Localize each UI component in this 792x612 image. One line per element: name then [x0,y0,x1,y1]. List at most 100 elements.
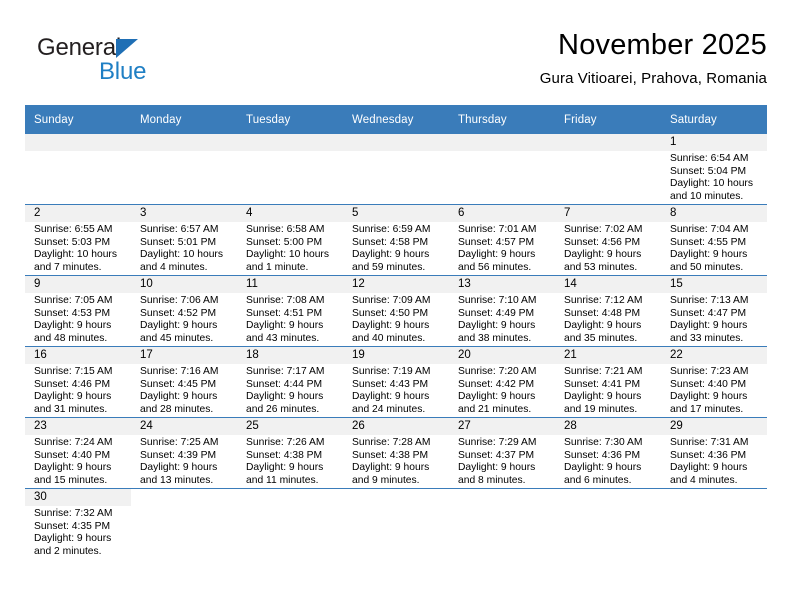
day-details: Sunrise: 7:24 AM Sunset: 4:40 PM Daylight:… [25,435,131,487]
cell-inner: 17 Sunrise: 7:16 AM Sunset: 4:45 PM Dayligh… [131,347,237,417]
calendar-day-cell[interactable]: 3 Sunrise: 6:57 AM Sunset: 5:01 PM Daylight… [131,204,237,276]
day-number: 5 [343,205,449,222]
daylight-line-2-text: and 7 minutes. [34,261,102,273]
day-number: 12 [343,276,449,293]
sunset-text: Sunset: 4:58 PM [352,236,429,248]
sunset-text: Sunset: 4:38 PM [246,449,323,461]
cell-inner [25,134,131,204]
cell-inner [661,489,767,559]
calendar-day-cell[interactable]: 17 Sunrise: 7:16 AM Sunset: 4:45 PM Dayligh… [131,346,237,418]
calendar-cell-empty [131,134,237,205]
calendar-day-cell[interactable]: 23 Sunrise: 7:24 AM Sunset: 4:40 PM Dayligh… [25,417,131,489]
sunset-text: Sunset: 5:01 PM [140,236,217,248]
cell-inner: 13 Sunrise: 7:10 AM Sunset: 4:49 PM Dayligh… [449,276,555,346]
page-title: November 2025 [558,29,767,61]
day-number: 17 [131,347,237,364]
cell-inner: 8 Sunrise: 7:04 AM Sunset: 4:55 PM Daylight… [661,205,767,275]
day-details: Sunrise: 6:54 AM Sunset: 5:04 PM Daylight:… [661,151,767,203]
calendar-day-cell[interactable]: 7 Sunrise: 7:02 AM Sunset: 4:56 PM Daylight… [555,204,661,276]
sunrise-text: Sunrise: 7:30 AM [564,437,643,448]
sunrise-text: Sunrise: 7:04 AM [670,224,749,235]
day-details: Sunrise: 7:10 AM Sunset: 4:49 PM Daylight:… [449,293,555,345]
sunset-text: Sunset: 4:55 PM [670,236,747,248]
calendar-day-cell[interactable]: 13 Sunrise: 7:10 AM Sunset: 4:49 PM Dayligh… [449,275,555,347]
cell-inner: 22 Sunrise: 7:23 AM Sunset: 4:40 PM Dayligh… [661,347,767,417]
day-details: Sunrise: 7:31 AM Sunset: 4:36 PM Daylight:… [661,435,767,487]
calendar-day-cell[interactable]: 16 Sunrise: 7:15 AM Sunset: 4:46 PM Dayligh… [25,346,131,418]
day-number: 9 [25,276,131,293]
cell-inner: 15 Sunrise: 7:13 AM Sunset: 4:47 PM Dayligh… [661,276,767,346]
weekday-header-sunday: Sunday [25,105,131,134]
calendar-day-cell[interactable]: 11 Sunrise: 7:08 AM Sunset: 4:51 PM Dayligh… [237,275,343,347]
calendar-day-cell[interactable]: 30 Sunrise: 7:32 AM Sunset: 4:35 PM Dayligh… [25,488,131,559]
daylight-line-1-text: Daylight: 9 hours [458,391,536,403]
daylight-line-1-text: Daylight: 9 hours [670,462,748,474]
daylight-line-1-text: Daylight: 9 hours [564,320,642,332]
calendar-cell-empty [449,488,555,559]
sunrise-text: Sunrise: 6:54 AM [670,153,749,164]
daylight-line-1-text: Daylight: 9 hours [458,320,536,332]
daylight-line-1-text: Daylight: 9 hours [246,320,324,332]
day-details: Sunrise: 6:58 AM Sunset: 5:00 PM Daylight:… [237,222,343,274]
day-details: Sunrise: 7:15 AM Sunset: 4:46 PM Daylight:… [25,364,131,416]
calendar-day-cell[interactable]: 15 Sunrise: 7:13 AM Sunset: 4:47 PM Dayligh… [661,275,767,347]
calendar-day-cell[interactable]: 14 Sunrise: 7:12 AM Sunset: 4:48 PM Dayligh… [555,275,661,347]
sunset-text: Sunset: 4:48 PM [564,307,641,319]
sunset-text: Sunset: 5:00 PM [246,236,323,248]
calendar-day-cell[interactable]: 5 Sunrise: 6:59 AM Sunset: 4:58 PM Daylight… [343,204,449,276]
day-details: Sunrise: 6:59 AM Sunset: 4:58 PM Daylight:… [343,222,449,274]
cell-inner: 12 Sunrise: 7:09 AM Sunset: 4:50 PM Dayligh… [343,276,449,346]
day-number: 8 [661,205,767,222]
day-number [237,489,343,506]
calendar-cell-empty [237,134,343,205]
logo-triangle-icon [116,39,138,58]
calendar-day-cell[interactable]: 10 Sunrise: 7:06 AM Sunset: 4:52 PM Dayligh… [131,275,237,347]
calendar-day-cell[interactable]: 19 Sunrise: 7:19 AM Sunset: 4:43 PM Dayligh… [343,346,449,418]
calendar-day-cell[interactable]: 25 Sunrise: 7:26 AM Sunset: 4:38 PM Dayligh… [237,417,343,489]
daylight-line-2-text: and 15 minutes. [34,474,108,486]
sunrise-text: Sunrise: 7:15 AM [34,366,113,377]
day-number: 11 [237,276,343,293]
calendar-day-cell[interactable]: 9 Sunrise: 7:05 AM Sunset: 4:53 PM Daylight… [25,275,131,347]
calendar-day-cell[interactable]: 20 Sunrise: 7:20 AM Sunset: 4:42 PM Dayligh… [449,346,555,418]
daylight-line-2-text: and 56 minutes. [458,261,532,273]
day-number: 25 [237,418,343,435]
cell-inner [131,489,237,559]
day-number [449,489,555,506]
calendar-day-cell[interactable]: 18 Sunrise: 7:17 AM Sunset: 4:44 PM Dayligh… [237,346,343,418]
day-details: Sunrise: 7:12 AM Sunset: 4:48 PM Daylight:… [555,293,661,345]
calendar-day-cell[interactable]: 6 Sunrise: 7:01 AM Sunset: 4:57 PM Daylight… [449,204,555,276]
cell-inner: 23 Sunrise: 7:24 AM Sunset: 4:40 PM Dayligh… [25,418,131,488]
daylight-line-2-text: and 53 minutes. [564,261,638,273]
calendar-day-cell[interactable]: 2 Sunrise: 6:55 AM Sunset: 5:03 PM Daylight… [25,204,131,276]
calendar-day-cell[interactable]: 29 Sunrise: 7:31 AM Sunset: 4:36 PM Dayligh… [661,417,767,489]
calendar-day-cell[interactable]: 24 Sunrise: 7:25 AM Sunset: 4:39 PM Dayligh… [131,417,237,489]
day-details: Sunrise: 6:57 AM Sunset: 5:01 PM Daylight:… [131,222,237,274]
sunset-text: Sunset: 4:42 PM [458,378,535,390]
cell-inner: 10 Sunrise: 7:06 AM Sunset: 4:52 PM Dayligh… [131,276,237,346]
daylight-line-2-text: and 8 minutes. [458,474,526,486]
calendar-day-cell[interactable]: 28 Sunrise: 7:30 AM Sunset: 4:36 PM Dayligh… [555,417,661,489]
sunset-text: Sunset: 4:43 PM [352,378,429,390]
daylight-line-1-text: Daylight: 9 hours [34,533,112,545]
calendar-week-row: 30 Sunrise: 7:32 AM Sunset: 4:35 PM Dayligh… [25,488,767,559]
calendar-day-cell[interactable]: 4 Sunrise: 6:58 AM Sunset: 5:00 PM Daylight… [237,204,343,276]
daylight-line-2-text: and 4 minutes. [140,261,208,273]
day-details: Sunrise: 7:04 AM Sunset: 4:55 PM Daylight:… [661,222,767,274]
day-number: 22 [661,347,767,364]
calendar-day-cell[interactable]: 8 Sunrise: 7:04 AM Sunset: 4:55 PM Daylight… [661,204,767,276]
calendar-day-cell[interactable]: 12 Sunrise: 7:09 AM Sunset: 4:50 PM Dayligh… [343,275,449,347]
calendar-day-cell[interactable]: 27 Sunrise: 7:29 AM Sunset: 4:37 PM Dayligh… [449,417,555,489]
daylight-line-2-text: and 17 minutes. [670,403,744,415]
calendar-day-cell[interactable]: 22 Sunrise: 7:23 AM Sunset: 4:40 PM Dayligh… [661,346,767,418]
calendar-day-cell[interactable]: 26 Sunrise: 7:28 AM Sunset: 4:38 PM Dayligh… [343,417,449,489]
day-details: Sunrise: 7:32 AM Sunset: 4:35 PM Daylight:… [25,506,131,558]
sunrise-text: Sunrise: 7:08 AM [246,295,325,306]
calendar-day-cell[interactable]: 1 Sunrise: 6:54 AM Sunset: 5:04 PM Daylight… [661,134,767,205]
cell-inner: 25 Sunrise: 7:26 AM Sunset: 4:38 PM Dayligh… [237,418,343,488]
cell-inner: 9 Sunrise: 7:05 AM Sunset: 4:53 PM Daylight… [25,276,131,346]
general-blue-logo[interactable]: General Blue [37,34,237,90]
calendar-day-cell[interactable]: 21 Sunrise: 7:21 AM Sunset: 4:41 PM Dayligh… [555,346,661,418]
day-number [661,489,767,506]
day-details: Sunrise: 7:01 AM Sunset: 4:57 PM Daylight:… [449,222,555,274]
